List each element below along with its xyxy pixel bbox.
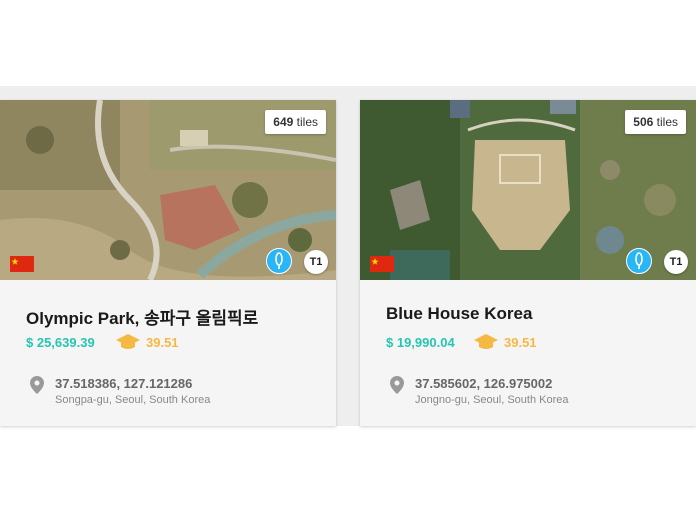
china-flag-icon (370, 256, 394, 272)
pin-badge-icon[interactable] (626, 248, 652, 274)
location-pin-icon (30, 376, 44, 394)
coordinates: 37.585602, 126.975002 (415, 376, 553, 391)
property-card-olympic-park[interactable]: 649 tiles T1 Olympic Park, 송파구 올림픽로 $ 25… (0, 100, 336, 426)
tiles-count-badge: 506 tiles (625, 110, 686, 134)
tier-badge: T1 (664, 250, 688, 274)
property-price: $ 19,990.04 (386, 335, 455, 350)
tiles-label: tiles (656, 115, 678, 129)
location-pin-icon (390, 376, 404, 394)
pin-badge-icon[interactable] (266, 248, 292, 274)
tier-badge: T1 (304, 250, 328, 274)
china-flag-icon (10, 256, 34, 272)
property-score: 39.51 (146, 335, 179, 350)
tiles-count: 649 (273, 115, 294, 129)
property-card-blue-house[interactable]: 506 tiles T1 Blue House Korea $ 19,990.0… (360, 100, 696, 426)
graduation-cap-icon (116, 334, 140, 349)
property-title[interactable]: Blue House Korea (386, 304, 532, 324)
tiles-count-badge: 649 tiles (265, 110, 326, 134)
address: Jongno-gu, Seoul, South Korea (415, 394, 569, 406)
property-title[interactable]: Olympic Park, 송파구 올림픽로 (26, 304, 258, 329)
property-score: 39.51 (504, 335, 537, 350)
tiles-label: tiles (296, 115, 318, 129)
satellite-thumbnail[interactable]: 649 tiles T1 (0, 100, 336, 280)
graduation-cap-icon (474, 334, 498, 349)
pin-icon (635, 252, 643, 269)
pin-icon (275, 252, 283, 269)
satellite-thumbnail[interactable]: 506 tiles T1 (360, 100, 696, 280)
property-price: $ 25,639.39 (26, 335, 95, 350)
address: Songpa-gu, Seoul, South Korea (55, 394, 211, 406)
coordinates: 37.518386, 127.121286 (55, 376, 193, 391)
tiles-count: 506 (633, 115, 654, 129)
